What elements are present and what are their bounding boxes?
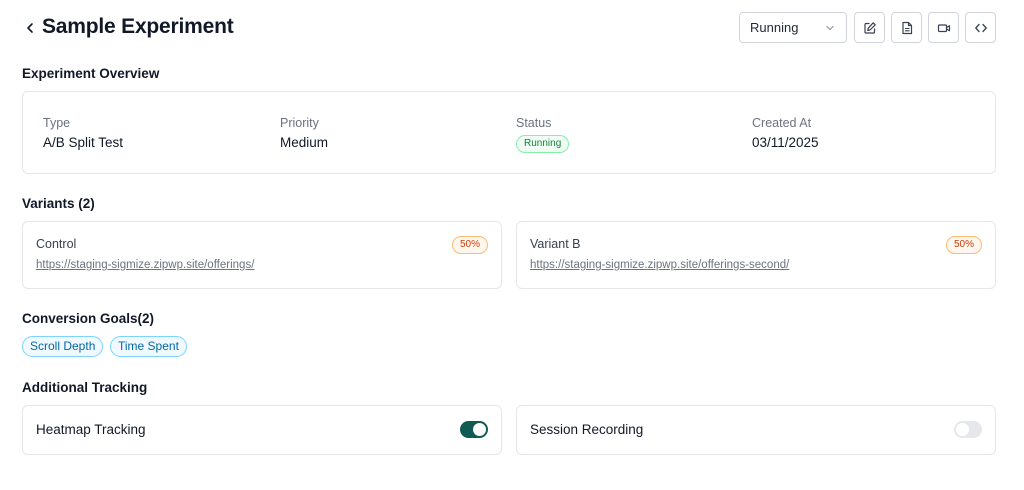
status-dropdown[interactable]: Running [739, 12, 847, 43]
variant-card-b: Variant B 50% https://staging-sigmize.zi… [516, 221, 996, 289]
session-recording-card: Session Recording [516, 405, 996, 455]
heatmap-tracking-toggle[interactable] [460, 421, 488, 438]
edit-button[interactable] [854, 12, 885, 43]
back-button[interactable] [22, 18, 38, 38]
goals-heading: Conversion Goals(2) [22, 311, 155, 326]
toggle-knob [956, 423, 969, 436]
variant-weight-badge: 50% [451, 236, 488, 254]
goal-badge-time-spent: Time Spent [110, 336, 187, 357]
variant-name: Variant B [530, 237, 581, 251]
page-header: Sample Experiment Running [22, 12, 996, 44]
recording-button[interactable] [928, 12, 959, 43]
type-label: Type [43, 116, 71, 130]
created-label: Created At [752, 116, 812, 130]
video-icon [937, 23, 950, 32]
variant-weight-badge: 50% [945, 236, 982, 254]
toggle-knob [473, 423, 486, 436]
document-icon [901, 21, 912, 34]
overview-heading: Experiment Overview [22, 66, 160, 81]
session-recording-label: Session Recording [530, 422, 644, 437]
session-recording-toggle[interactable] [954, 421, 982, 438]
heatmap-tracking-label: Heatmap Tracking [36, 422, 146, 437]
goal-badge-scroll-depth: Scroll Depth [22, 336, 104, 357]
created-value: 03/11/2025 [752, 135, 819, 150]
code-button[interactable] [965, 12, 996, 43]
status-label: Status [516, 116, 552, 130]
chevron-left-icon [27, 23, 33, 33]
type-value: A/B Split Test [43, 135, 124, 150]
variant-url-link[interactable]: https://staging-sigmize.zipwp.site/offer… [36, 259, 254, 271]
heatmap-tracking-card: Heatmap Tracking [22, 405, 502, 455]
variant-name: Control [36, 237, 77, 251]
variant-url-link[interactable]: https://staging-sigmize.zipwp.site/offer… [530, 259, 789, 271]
variants-heading: Variants (2) [22, 196, 95, 211]
status-dropdown-value: Running [750, 20, 799, 35]
priority-value: Medium [280, 135, 329, 150]
report-button[interactable] [891, 12, 922, 43]
priority-label: Priority [280, 116, 319, 130]
overview-card: Type A/B Split Test Priority Medium Stat… [22, 91, 996, 174]
tracking-heading: Additional Tracking [22, 380, 148, 395]
chevron-down-icon [826, 25, 834, 31]
variant-card-control: Control 50% https://staging-sigmize.zipw… [22, 221, 502, 289]
page-title: Sample Experiment [42, 15, 234, 38]
edit-icon [863, 21, 876, 34]
status-badge: Running [516, 135, 570, 153]
code-icon [974, 23, 987, 32]
